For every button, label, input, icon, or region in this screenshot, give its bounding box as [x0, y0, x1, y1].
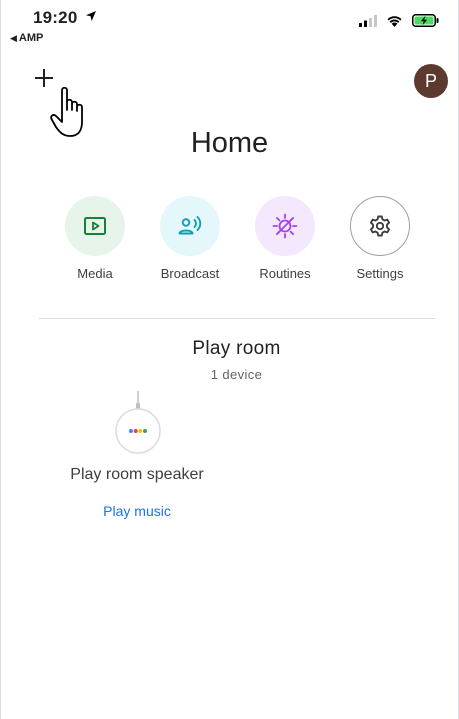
- status-time-text: 19:20: [33, 8, 78, 27]
- back-triangle-icon: ◀: [10, 33, 17, 43]
- device-tile-play-room-speaker[interactable]: [114, 391, 162, 455]
- back-app-label: AMP: [18, 32, 44, 44]
- hand-cursor-icon: [50, 86, 98, 144]
- broadcast-button[interactable]: Broadcast: [158, 196, 222, 281]
- status-indicators: [359, 14, 439, 27]
- media-icon: [84, 217, 106, 235]
- media-button[interactable]: Media: [63, 196, 127, 281]
- broadcast-label: Broadcast: [160, 266, 220, 281]
- battery-charging-icon: [412, 14, 439, 27]
- play-music-button[interactable]: Play music: [55, 503, 219, 519]
- back-to-app-link[interactable]: ◀ AMP: [10, 32, 43, 44]
- settings-button[interactable]: Settings: [348, 196, 412, 281]
- location-arrow-icon: [86, 11, 97, 21]
- device-name[interactable]: Play room speaker: [55, 466, 219, 484]
- cellular-signal-icon: [359, 14, 377, 27]
- broadcast-circle: [160, 196, 220, 256]
- avatar-initial: P: [424, 70, 437, 91]
- media-circle: [65, 196, 125, 256]
- google-home-mini-icon: [115, 391, 161, 454]
- wifi-icon: [387, 15, 402, 27]
- room-device-count: 1 device: [210, 367, 263, 382]
- status-time: 19:20: [33, 8, 97, 28]
- media-label: Media: [77, 266, 113, 281]
- broadcast-icon: [178, 216, 202, 235]
- routines-label: Routines: [259, 266, 311, 281]
- section-divider: [39, 318, 435, 319]
- room-title: Play room: [192, 338, 281, 359]
- settings-circle: [350, 196, 410, 256]
- routines-circle: [255, 196, 315, 256]
- settings-icon: [369, 215, 391, 237]
- routines-button[interactable]: Routines: [253, 196, 317, 281]
- settings-label: Settings: [356, 266, 404, 281]
- routines-icon: [272, 213, 298, 239]
- avatar[interactable]: P: [414, 64, 448, 98]
